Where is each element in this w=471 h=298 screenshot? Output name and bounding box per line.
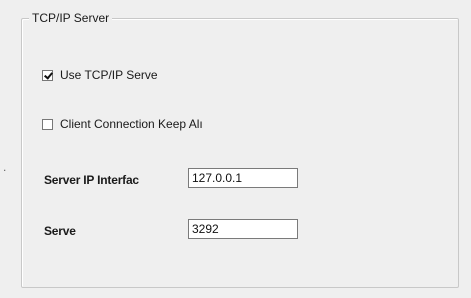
groupbox-title: TCP/IP Server bbox=[29, 9, 113, 27]
client-keep-alive-checkbox-row[interactable]: Client Connection Keep Alı bbox=[42, 117, 203, 131]
client-keep-alive-checkbox[interactable] bbox=[42, 118, 53, 130]
use-tcp-ip-server-checkbox[interactable] bbox=[42, 69, 53, 81]
stray-dot: . bbox=[3, 160, 7, 174]
server-ip-interface-label: Server IP Interfac bbox=[44, 173, 139, 187]
server-ip-interface-input[interactable] bbox=[188, 168, 298, 188]
server-port-label: Serve bbox=[44, 224, 76, 238]
client-keep-alive-label: Client Connection Keep Alı bbox=[60, 117, 203, 131]
tcp-ip-server-groupbox: TCP/IP Server Use TCP/IP Serve Client Co… bbox=[21, 9, 459, 288]
use-tcp-ip-server-checkbox-row[interactable]: Use TCP/IP Serve bbox=[42, 68, 158, 82]
server-port-input[interactable] bbox=[188, 219, 298, 239]
use-tcp-ip-server-label: Use TCP/IP Serve bbox=[60, 68, 158, 82]
